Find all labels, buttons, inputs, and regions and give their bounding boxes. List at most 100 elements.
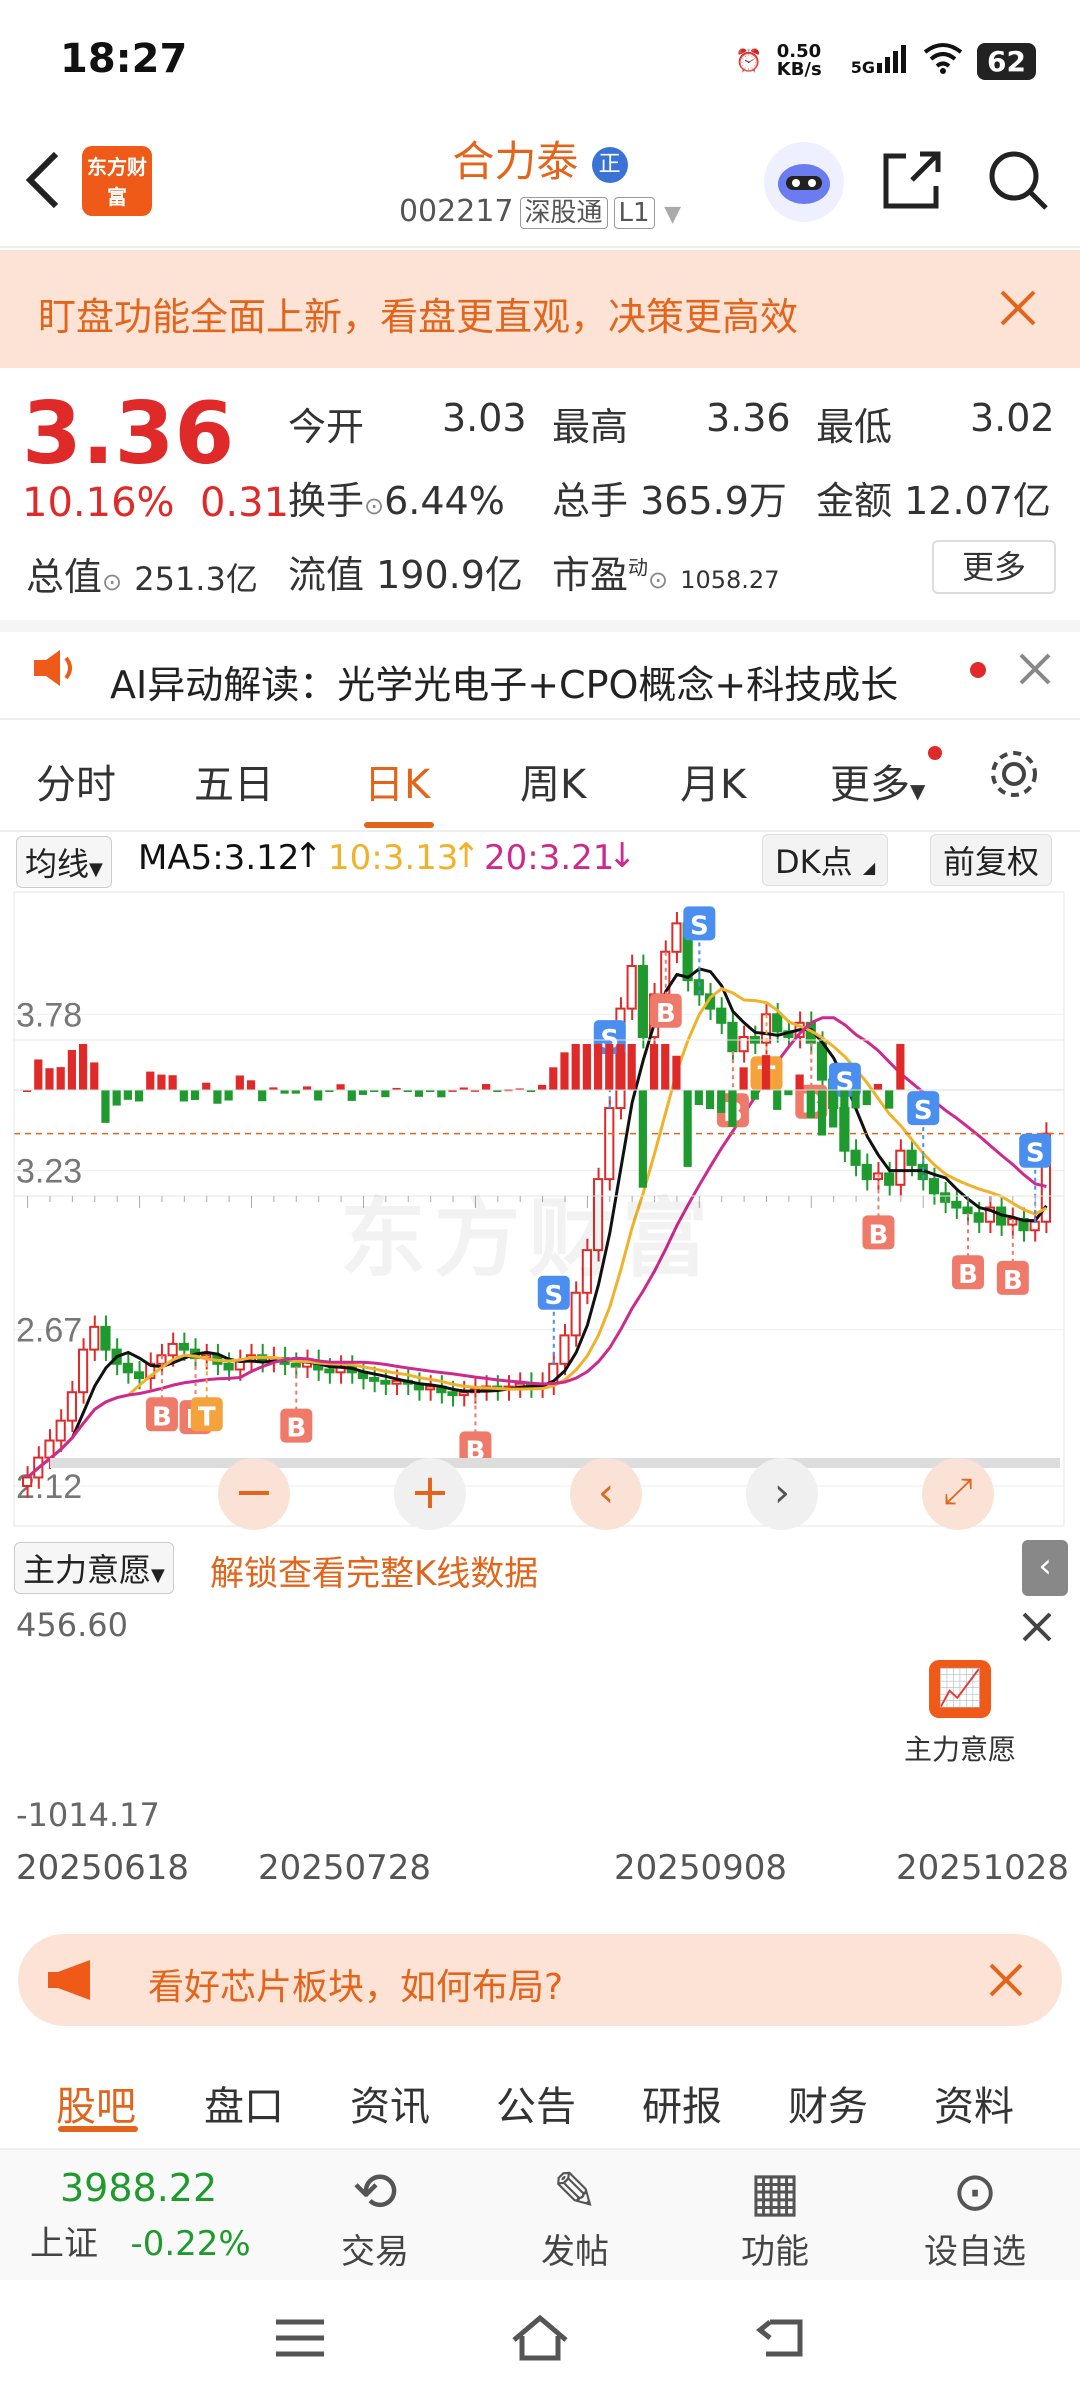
tab-announcements[interactable]: 公告 — [496, 2074, 576, 2132]
indicator-bar — [560, 1052, 569, 1090]
nav-post[interactable]: ✎ 发帖 — [510, 2160, 640, 2273]
nav-add-watchlist[interactable]: ⊙ 设自选 — [910, 2160, 1040, 2273]
signal-label: B — [1003, 1266, 1023, 1296]
change-value: 0.31 — [199, 480, 290, 526]
indicator-bar — [34, 1059, 43, 1090]
promo-banner[interactable]: 看好芯片板块，如何布局? — [18, 1934, 1062, 2026]
signal-label: B — [656, 999, 676, 1029]
candle-body — [973, 1212, 984, 1223]
tab-intraday[interactable]: 分时 — [36, 752, 116, 810]
signal-label: S — [1026, 1139, 1045, 1169]
candle-body — [22, 1476, 33, 1487]
close-icon[interactable] — [1020, 1610, 1054, 1648]
nav-trade[interactable]: ⟲ 交易 — [310, 2160, 440, 2273]
feature-banner[interactable]: 盯盘功能全面上新，看盘更直观，决策更高效 — [0, 250, 1080, 368]
indicator-bar — [593, 1044, 603, 1090]
tab-five-day[interactable]: 五日 — [194, 752, 274, 810]
indicator-bar — [157, 1074, 166, 1090]
tab-forum[interactable]: 股吧 — [56, 2074, 136, 2132]
system-icons: ⏰ 0.50 KB/s 5G 62 — [735, 36, 1036, 86]
nav-functions[interactable]: ▦ 功能 — [710, 2160, 840, 2273]
tab-news[interactable]: 资讯 — [350, 2074, 430, 2132]
zoom-out-button[interactable]: − — [218, 1458, 290, 1530]
collapse-button[interactable]: ‹ — [1022, 1540, 1068, 1596]
chevron-down-icon: ▼ — [151, 1565, 165, 1586]
grid-icon: ▦ — [749, 2160, 801, 2223]
tab-research[interactable]: 研报 — [642, 2074, 722, 2132]
indicator-bar — [67, 1050, 76, 1090]
candle-body — [223, 1362, 234, 1371]
x-label: 20251028 — [896, 1848, 1070, 1888]
tab-more[interactable]: 更多▼ — [830, 752, 925, 810]
ma5-readout: MA5:3.12 — [138, 838, 300, 878]
candle-body — [1029, 1220, 1040, 1232]
indicator-bar — [224, 1090, 233, 1101]
indicator-bar — [582, 1044, 591, 1090]
battery-icon: 62 — [977, 42, 1036, 80]
indicator-bar — [381, 1090, 390, 1098]
alarm-icon: ⏰ — [735, 48, 763, 74]
candle-body — [167, 1342, 178, 1357]
gear-icon[interactable] — [986, 746, 1042, 806]
indicator-bar — [437, 1090, 446, 1098]
expand-icon[interactable]: ⤢ — [922, 1458, 994, 1530]
share-icon[interactable] — [880, 148, 944, 216]
indicator-min: -1014.17 — [16, 1796, 160, 1834]
candle-body — [447, 1391, 458, 1397]
indicator-bar — [605, 1044, 614, 1090]
indicator-lock-card[interactable]: 📈 主力意愿 — [860, 1650, 1060, 1790]
indicator-bar — [235, 1075, 244, 1090]
indicator-bar — [134, 1090, 144, 1102]
menu-icon[interactable] — [272, 2314, 328, 2366]
indicator-bar — [258, 1090, 267, 1102]
promo-text: 看好芯片板块，如何布局? — [148, 1967, 564, 2008]
indicator-bar — [717, 1090, 726, 1113]
tab-finance[interactable]: 财务 — [788, 2074, 868, 2132]
close-icon[interactable] — [988, 1962, 1024, 2002]
indicator-bar — [761, 1055, 771, 1090]
last-price: 3.36 — [22, 384, 235, 484]
tab-monthly-k[interactable]: 月K — [680, 752, 746, 810]
candle-body — [738, 1036, 749, 1053]
ma-select[interactable]: 均线▼ — [16, 836, 112, 888]
dk-point-button[interactable]: DK点 ◢ — [762, 834, 889, 886]
close-icon[interactable] — [998, 288, 1038, 332]
search-icon[interactable] — [986, 148, 1050, 216]
signal-label: S — [690, 911, 709, 941]
unlock-link[interactable]: 解锁查看完整K线数据 — [210, 1546, 538, 1595]
tab-weekly-k[interactable]: 周K — [520, 752, 586, 810]
indicator-bar — [829, 1090, 838, 1128]
more-button[interactable]: 更多 — [932, 540, 1056, 594]
prev-button[interactable]: ‹ — [570, 1458, 642, 1530]
tab-profile[interactable]: 资料 — [934, 2074, 1014, 2132]
active-tab-indicator — [58, 2126, 138, 2132]
robot-avatar-icon[interactable] — [764, 142, 844, 222]
index-widget[interactable]: 3988.22 上证 -0.22% — [30, 2166, 290, 2265]
indicator-bar — [784, 1090, 793, 1096]
indicator-bar — [123, 1090, 132, 1100]
chevron-down-icon: ▼ — [910, 779, 926, 803]
indicator-bar — [314, 1090, 323, 1101]
candle-body — [425, 1385, 436, 1391]
x-label: 20250728 — [258, 1848, 432, 1888]
indicator-bar — [896, 1044, 905, 1090]
signal-label: B — [958, 1260, 978, 1290]
tab-daily-k[interactable]: 日K — [364, 752, 430, 810]
candle-body — [324, 1368, 335, 1374]
home-icon[interactable] — [508, 2310, 572, 2370]
candle-body — [178, 1342, 189, 1351]
close-icon[interactable] — [1018, 652, 1052, 690]
ai-insight-bar[interactable]: AI异动解读：光学光电子+CPO概念+科技成长 — [0, 620, 1080, 720]
indicator-bar — [347, 1090, 356, 1101]
indicator-select[interactable]: 主力意愿▼ — [14, 1542, 174, 1594]
x-label: 20250618 — [16, 1848, 190, 1888]
adjust-button[interactable]: 前复权 — [930, 834, 1053, 886]
next-button[interactable]: › — [746, 1458, 818, 1530]
high-value: 3.36 — [706, 396, 791, 440]
candle-body — [55, 1419, 66, 1442]
indicator-bar — [56, 1067, 65, 1090]
ma5-up-icon: ↑ — [294, 836, 323, 876]
zoom-in-button[interactable]: + — [394, 1458, 466, 1530]
tab-orderbook[interactable]: 盘口 — [204, 2074, 284, 2132]
back-nav-icon[interactable] — [752, 2314, 808, 2366]
